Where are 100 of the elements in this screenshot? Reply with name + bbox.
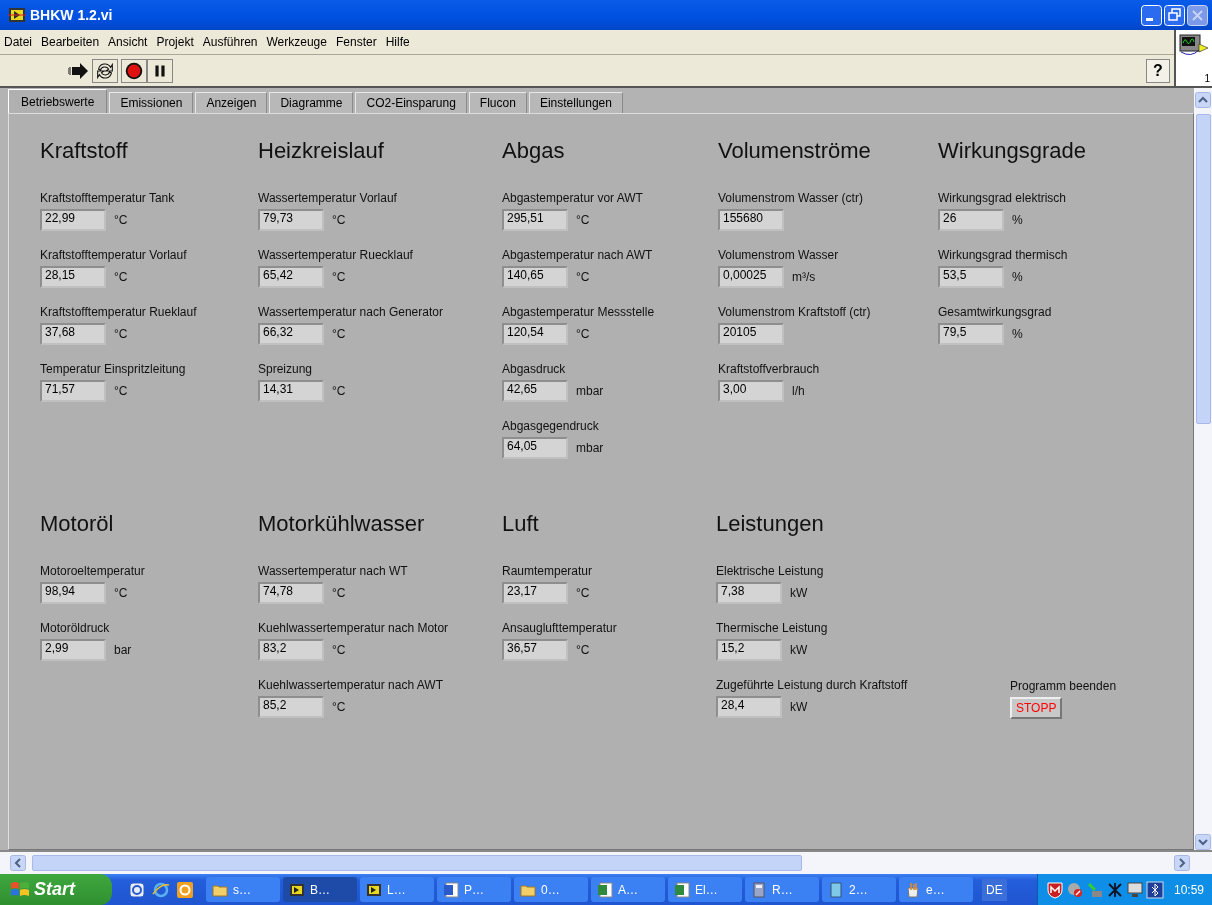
unit-label: °C <box>576 586 590 600</box>
field-label: Kuehlwassertemperatur nach Motor <box>258 621 450 636</box>
scroll-right-icon[interactable] <box>1174 855 1190 871</box>
value-display: 37,68 <box>40 323 106 345</box>
field-label: Abgastemperatur nach AWT <box>502 248 654 263</box>
start-button[interactable]: Start <box>0 874 112 905</box>
value-display: 74,78 <box>258 582 324 604</box>
section-heading: Kraftstoff <box>40 138 129 165</box>
value-display: 22,99 <box>40 209 106 231</box>
vertical-scrollbar[interactable] <box>1194 88 1212 850</box>
menu-item[interactable]: Bearbeiten <box>41 35 100 49</box>
unit-label: °C <box>576 643 590 657</box>
spreadsheet-icon <box>674 881 690 898</box>
value-display: 64,05 <box>502 437 568 459</box>
field-label: Wassertemperatur nach WT <box>258 564 409 579</box>
scroll-down-icon[interactable] <box>1195 834 1211 850</box>
value-display: 120,54 <box>502 323 568 345</box>
value-display: 71,57 <box>40 380 106 402</box>
clock: 10:59 <box>1173 882 1204 897</box>
unit-label: °C <box>576 213 590 227</box>
tab[interactable]: Anzeigen <box>195 92 268 113</box>
taskbar-button[interactable]: 2… <box>822 877 896 902</box>
bluetooth-icon[interactable] <box>1145 880 1164 899</box>
scroll-left-icon[interactable] <box>10 855 26 871</box>
unit-label: °C <box>332 643 346 657</box>
field-label: Elektrische Leistung <box>716 564 825 579</box>
section-heading: Wirkungsgrade <box>938 138 1087 165</box>
tab[interactable]: Einstellungen <box>528 92 623 113</box>
value-display: 85,2 <box>258 696 324 718</box>
unit-label: °C <box>114 270 128 284</box>
menu-item[interactable]: Werkzeuge <box>266 35 327 49</box>
stop-label: Programm beenden <box>1010 679 1118 694</box>
field-label: Wassertemperatur Vorlauf <box>258 191 398 206</box>
section-heading: Leistungen <box>716 511 825 538</box>
unit-label: °C <box>576 327 590 341</box>
menu-item[interactable]: Fenster <box>335 35 377 49</box>
scroll-thumb[interactable] <box>1195 114 1211 424</box>
menu-item[interactable]: Projekt <box>156 35 194 49</box>
tab[interactable]: Betriebswerte <box>8 89 108 113</box>
labview-vi-icon <box>366 881 382 898</box>
unit-label: bar <box>114 643 132 657</box>
taskbar-button[interactable]: L… <box>360 877 434 902</box>
scroll-thumb[interactable] <box>32 855 802 871</box>
field-label: Ansauglufttemperatur <box>502 621 618 636</box>
shield-icon[interactable] <box>1045 880 1064 899</box>
mail-app-icon[interactable] <box>176 880 194 899</box>
taskbar-button[interactable]: B… <box>283 877 357 902</box>
taskbar-button[interactable]: s… <box>206 877 280 902</box>
abort-icon[interactable] <box>121 58 147 83</box>
field-label: Wassertemperatur nach Generator <box>258 305 444 320</box>
field-label: Motoröldruck <box>40 621 111 636</box>
taskbar-button[interactable]: A… <box>591 877 665 902</box>
value-display: 98,94 <box>40 582 106 604</box>
unit-label: °C <box>332 213 346 227</box>
calculator-icon <box>751 881 767 898</box>
close-button[interactable] <box>1187 4 1208 26</box>
menu-item[interactable]: Datei <box>4 35 32 49</box>
unit-label: °C <box>114 586 128 600</box>
value-display: 28,15 <box>40 266 106 288</box>
quick-launch-icon[interactable] <box>128 880 146 899</box>
taskbar-button[interactable]: e… <box>899 877 973 902</box>
field-label: Thermische Leistung <box>716 621 829 636</box>
monitor-icon[interactable] <box>1125 880 1144 899</box>
horizontal-scrollbar[interactable] <box>0 850 1212 874</box>
unit-label: °C <box>114 213 128 227</box>
language-indicator[interactable]: DE <box>982 878 1007 901</box>
taskbar-button[interactable]: P… <box>437 877 511 902</box>
pause-icon[interactable] <box>147 58 173 83</box>
value-display: 155680 <box>718 209 784 231</box>
menu-item[interactable]: Ausführen <box>202 35 258 49</box>
section-heading: Volumenströme <box>718 138 872 165</box>
taskbar-button[interactable]: 0… <box>514 877 588 902</box>
minimize-button[interactable] <box>1141 4 1162 26</box>
value-display: 65,42 <box>258 266 324 288</box>
app-icon <box>8 7 26 23</box>
field-label: Raumtemperatur <box>502 564 594 579</box>
tab[interactable]: Diagramme <box>269 92 354 113</box>
connector-number: 1 <box>1204 73 1210 84</box>
menu-item[interactable]: Hilfe <box>385 35 410 49</box>
tab[interactable]: CO2-Einsparung <box>355 92 467 113</box>
field-label: Temperatur Einspritzleitung <box>40 362 187 377</box>
value-display: 2,99 <box>40 639 106 661</box>
restore-button[interactable] <box>1164 4 1185 26</box>
value-display: 36,57 <box>502 639 568 661</box>
taskbar-button[interactable]: R… <box>745 877 819 902</box>
field-label: Kuehlwassertemperatur nach AWT <box>258 678 444 693</box>
menu-item[interactable]: Ansicht <box>108 35 148 49</box>
tab[interactable]: Emissionen <box>109 92 194 113</box>
run-continuously-icon[interactable] <box>92 58 118 83</box>
taskbar-button[interactable]: El… <box>668 877 742 902</box>
document-icon <box>443 881 459 898</box>
field-label: Abgastemperatur vor AWT <box>502 191 644 206</box>
field-label: Gesamtwirkungsgrad <box>938 305 1053 320</box>
browser-icon[interactable] <box>152 880 170 899</box>
tab[interactable]: Flucon <box>468 92 527 113</box>
scroll-up-icon[interactable] <box>1195 92 1211 108</box>
help-button[interactable]: ? <box>1146 58 1170 83</box>
unit-label: °C <box>114 384 128 398</box>
value-display: 79,73 <box>258 209 324 231</box>
labview-vi-icon <box>289 881 305 898</box>
